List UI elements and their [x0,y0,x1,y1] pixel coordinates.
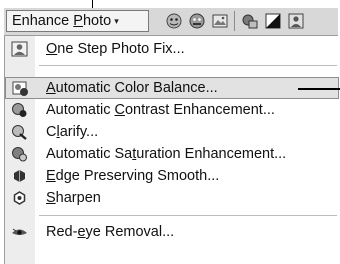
menu-item-label: Clarify... [46,124,99,140]
menu-item-one-step-photo-fix[interactable]: One Step Photo Fix... [5,38,339,60]
menu-item-label: Sharpen [46,190,101,206]
menu-item-label: Automatic Color Balance... [46,80,218,96]
faces-alt-icon[interactable] [187,12,207,30]
menu-item-sharpen[interactable]: Sharpen [5,187,339,209]
toolbar-separator [234,11,235,31]
photo-frame-icon[interactable] [210,12,230,30]
toolbar: Enhance Photo ▾ [4,8,338,36]
clarify-icon [11,124,28,140]
menu-item-clarify[interactable]: Clarify... [5,121,339,143]
saturation-icon [11,146,28,162]
edge-smooth-icon [11,168,28,184]
contrast-enhance-icon [11,102,28,118]
menu-separator [39,215,337,216]
menu-item-red-eye-removal[interactable]: Red-eye Removal... [5,221,339,243]
enhance-photo-dropdown[interactable]: Enhance Photo ▾ [6,10,149,32]
faces-icon[interactable] [164,12,184,30]
menu-item-label: Red-eye Removal... [46,224,175,240]
enhance-photo-label: Enhance Photo [12,13,112,29]
menu-item-edge-preserving-smooth[interactable]: Edge Preserving Smooth... [5,165,339,187]
person-adjust-icon[interactable] [286,12,306,30]
enhance-photo-menu: One Step Photo Fix... Automatic Color Ba… [4,36,339,264]
menu-item-automatic-saturation-enhancement[interactable]: Automatic Saturation Enhancement... [5,143,339,165]
portrait-icon [11,41,28,57]
sharpen-icon [11,190,28,206]
menu-item-label: One Step Photo Fix... [46,41,185,57]
menu-item-label: Automatic Saturation Enhancement... [46,146,287,162]
color-blob-icon[interactable] [240,12,260,30]
menu-item-label: Automatic Contrast Enhancement... [46,102,275,118]
menu-item-automatic-color-balance[interactable]: Automatic Color Balance... [5,77,339,99]
contrast-icon[interactable] [263,12,283,30]
eye-icon [11,224,28,240]
color-balance-icon [12,81,29,97]
menu-separator [39,65,337,66]
menu-item-automatic-contrast-enhancement[interactable]: Automatic Contrast Enhancement... [5,99,339,121]
chevron-down-icon: ▾ [114,15,119,26]
menu-item-label: Edge Preserving Smooth... [46,168,220,184]
callout-line-right [298,88,340,90]
